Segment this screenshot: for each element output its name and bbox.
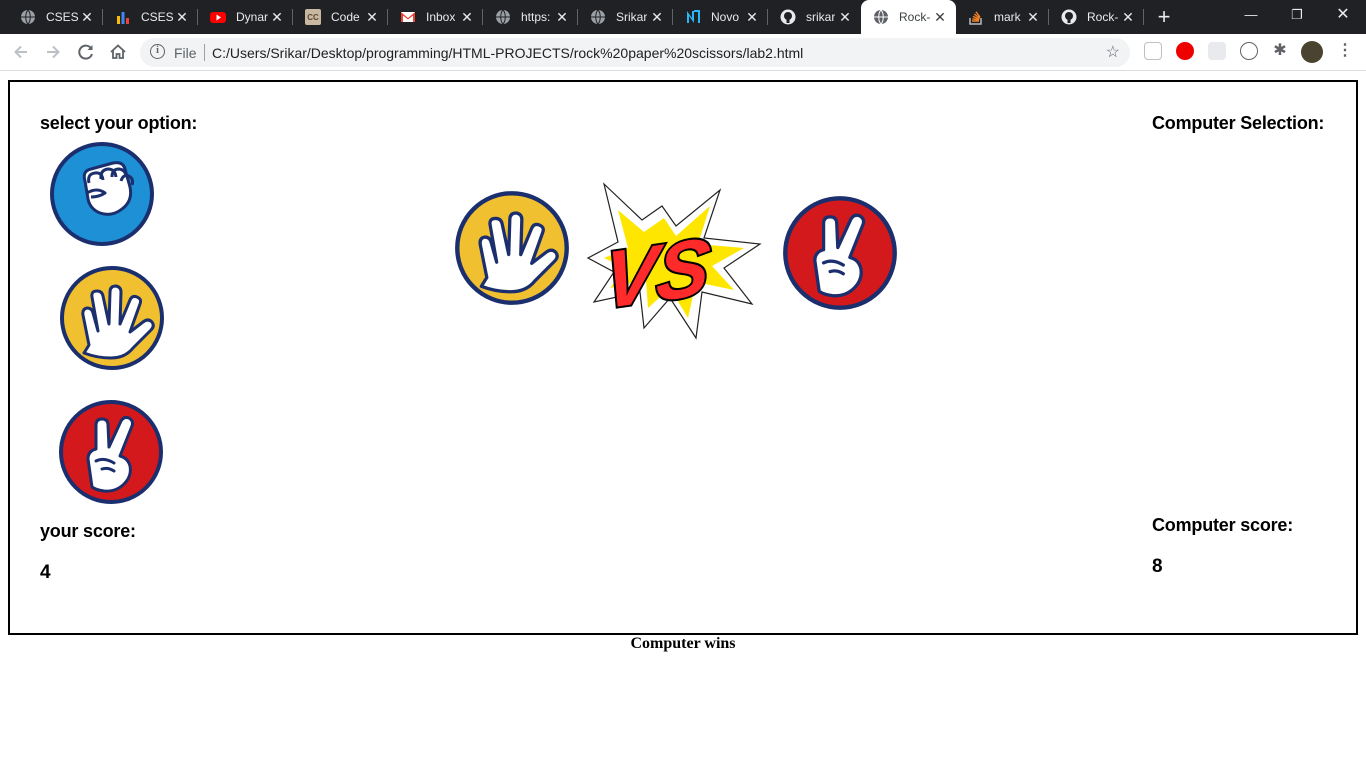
computer-choice-scissors bbox=[783, 196, 897, 310]
your-score-value: 4 bbox=[40, 562, 51, 583]
address-bar[interactable]: i File C:/Users/Srikar/Desktop/programmi… bbox=[140, 38, 1130, 67]
novo-icon bbox=[685, 9, 701, 25]
tab-github-rock[interactable]: Rock- ✕ bbox=[1049, 0, 1144, 34]
tab-title: CSES bbox=[46, 10, 79, 24]
restore-button[interactable]: ❐ bbox=[1274, 0, 1320, 30]
info-icon[interactable]: i bbox=[150, 44, 165, 59]
kebab-menu-icon[interactable]: ⋮ bbox=[1336, 42, 1354, 60]
tab-github-srikar[interactable]: srikar ✕ bbox=[768, 0, 861, 34]
computer-selection-label: Computer Selection: bbox=[1152, 113, 1325, 133]
gmail-icon bbox=[400, 9, 416, 25]
tab-stackoverflow[interactable]: mark ✕ bbox=[956, 0, 1049, 34]
minimize-button[interactable]: — bbox=[1228, 0, 1274, 30]
computer-score-label: Computer score: bbox=[1152, 515, 1294, 535]
github-icon bbox=[1061, 9, 1077, 25]
close-icon[interactable]: ✕ bbox=[649, 9, 665, 25]
rock-option-button[interactable] bbox=[49, 141, 155, 247]
close-icon[interactable]: ✕ bbox=[79, 9, 95, 25]
tab-rock-active[interactable]: Rock- ✕ bbox=[861, 0, 956, 34]
game-area bbox=[8, 80, 1358, 635]
back-button[interactable] bbox=[10, 41, 32, 63]
omnibox-divider bbox=[204, 44, 205, 61]
tab-youtube[interactable]: Dynar ✕ bbox=[198, 0, 293, 34]
extension-pocket-icon[interactable] bbox=[1144, 42, 1162, 60]
tab-separator bbox=[1143, 9, 1144, 25]
tab-title: https: bbox=[521, 10, 551, 24]
tab-cses-1[interactable]: CSES ✕ bbox=[8, 0, 103, 34]
stackoverflow-icon bbox=[968, 9, 984, 25]
bar-chart-icon bbox=[115, 9, 131, 25]
result-message: Computer wins bbox=[630, 635, 736, 652]
close-icon[interactable]: ✕ bbox=[1120, 9, 1136, 25]
tab-novo[interactable]: Novo ✕ bbox=[673, 0, 768, 34]
close-icon[interactable]: ✕ bbox=[837, 9, 853, 25]
tab-codechef[interactable]: CC Code ✕ bbox=[293, 0, 388, 34]
close-icon[interactable]: ✕ bbox=[554, 9, 570, 25]
tab-gmail[interactable]: Inbox ✕ bbox=[388, 0, 483, 34]
forward-arrow-icon bbox=[47, 45, 60, 59]
reload-button[interactable] bbox=[75, 41, 97, 63]
tab-title: mark bbox=[994, 10, 1021, 24]
extension-circle-icon[interactable] bbox=[1240, 42, 1258, 60]
computer-score-value: 8 bbox=[1152, 556, 1163, 577]
avatar[interactable] bbox=[1301, 41, 1323, 63]
vs-text: VS bbox=[601, 221, 713, 327]
globe-icon bbox=[873, 9, 889, 25]
tab-cses-2[interactable]: CSES ✕ bbox=[103, 0, 198, 34]
close-icon[interactable]: ✕ bbox=[459, 9, 475, 25]
tab-title: Dynar bbox=[236, 10, 269, 24]
tab-title: Srikar bbox=[616, 10, 648, 24]
scheme-label: File bbox=[174, 45, 197, 61]
tab-srikar[interactable]: Srikar ✕ bbox=[578, 0, 673, 34]
youtube-icon bbox=[210, 9, 226, 25]
url-text[interactable]: C:/Users/Srikar/Desktop/programming/HTML… bbox=[212, 45, 803, 61]
extension-grid-icon[interactable] bbox=[1208, 42, 1226, 60]
close-window-button[interactable]: ✕ bbox=[1320, 0, 1366, 30]
scissors-option-button[interactable] bbox=[58, 399, 164, 505]
back-arrow-icon bbox=[14, 45, 27, 59]
bookmark-star-icon[interactable]: ☆ bbox=[1106, 42, 1120, 62]
fist-icon bbox=[82, 161, 135, 216]
extension-adblock-icon[interactable] bbox=[1176, 42, 1194, 60]
tab-title: Rock- bbox=[1087, 10, 1119, 24]
puzzle-icon[interactable]: ✱ bbox=[1271, 42, 1289, 60]
close-icon[interactable]: ✕ bbox=[932, 9, 948, 25]
close-icon[interactable]: ✕ bbox=[1025, 9, 1041, 25]
player-choice-paper bbox=[455, 191, 569, 305]
close-icon[interactable]: ✕ bbox=[269, 9, 285, 25]
tab-strip: CSES ✕ CSES ✕ Dynar ✕ CC Code ✕ Inbox ✕ bbox=[0, 0, 1366, 34]
tab-https[interactable]: https: ✕ bbox=[483, 0, 578, 34]
close-icon[interactable]: ✕ bbox=[174, 9, 190, 25]
tab-title: Code bbox=[331, 10, 360, 24]
select-option-label: select your option: bbox=[40, 113, 198, 133]
tab-title: Inbox bbox=[426, 10, 456, 24]
reload-icon bbox=[78, 44, 93, 60]
vs-burst-graphic: VS bbox=[586, 182, 762, 340]
home-icon bbox=[110, 44, 126, 59]
close-icon[interactable]: ✕ bbox=[364, 9, 380, 25]
forward-button[interactable] bbox=[42, 41, 64, 63]
github-icon bbox=[780, 9, 796, 25]
globe-icon bbox=[20, 9, 36, 25]
your-score-label: your score: bbox=[40, 521, 136, 541]
tab-title: Rock- bbox=[899, 10, 931, 24]
tab-title: srikar bbox=[806, 10, 836, 24]
close-icon[interactable]: ✕ bbox=[744, 9, 760, 25]
tab-title: CSES bbox=[141, 10, 174, 24]
paper-option-button[interactable] bbox=[59, 265, 165, 371]
home-button[interactable] bbox=[107, 41, 129, 63]
new-tab-button[interactable]: + bbox=[1153, 6, 1175, 29]
globe-icon bbox=[495, 9, 511, 25]
tab-title: Novo bbox=[711, 10, 740, 24]
codechef-icon: CC bbox=[305, 9, 321, 25]
globe-icon bbox=[590, 9, 606, 25]
